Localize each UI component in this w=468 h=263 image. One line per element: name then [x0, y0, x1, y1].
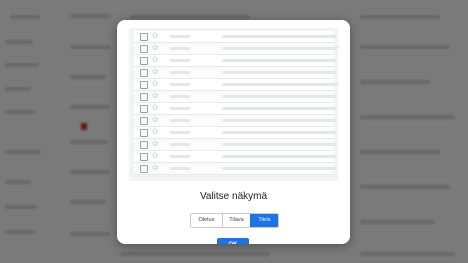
- subject-placeholder: [222, 59, 336, 62]
- preview-row: ☆: [134, 138, 336, 151]
- eye-icon: 👁: [337, 43, 338, 54]
- checkbox-icon: [140, 45, 148, 53]
- subject-placeholder: [222, 95, 336, 98]
- checkbox-icon: [140, 69, 148, 77]
- star-icon: ☆: [151, 150, 160, 160]
- eye-icon: 👁: [337, 79, 338, 90]
- star-icon: ☆: [151, 54, 160, 64]
- sender-placeholder: [170, 95, 190, 98]
- star-icon: ☆: [151, 42, 160, 52]
- preview-row: ☆: [134, 30, 336, 43]
- density-option-compact[interactable]: Tiivis: [250, 214, 278, 227]
- subject-placeholder: [222, 71, 336, 74]
- star-icon: ☆: [151, 66, 160, 76]
- subject-placeholder: [222, 119, 336, 122]
- density-option-default[interactable]: Oletus: [191, 214, 222, 227]
- checkbox-icon: [140, 141, 148, 149]
- checkbox-icon: [140, 81, 148, 89]
- star-icon: ☆: [151, 102, 160, 112]
- subject-placeholder: [222, 167, 336, 170]
- sender-placeholder: [170, 35, 190, 38]
- preview-row: ☆: [134, 90, 336, 103]
- checkbox-icon: [140, 93, 148, 101]
- preview-row: ☆: [134, 66, 336, 79]
- preview-row: ☆: [134, 150, 336, 163]
- star-icon: ☆: [151, 162, 160, 172]
- subject-placeholder: [222, 155, 336, 158]
- subject-placeholder: [222, 131, 336, 134]
- checkbox-icon: [140, 153, 148, 161]
- sender-placeholder: [170, 131, 190, 134]
- sender-placeholder: [170, 47, 190, 50]
- sender-placeholder: [170, 167, 190, 170]
- density-dialog: ☆☆👁☆☆☆👁☆☆☆☆☆☆☆ Valitse näkymä Oletus Til…: [117, 20, 350, 244]
- checkbox-icon: [140, 105, 148, 113]
- checkbox-icon: [140, 57, 148, 65]
- preview-row: ☆: [134, 54, 336, 67]
- density-option-comfortable[interactable]: Tilava: [222, 214, 250, 227]
- star-icon: ☆: [151, 30, 160, 40]
- star-icon: ☆: [151, 138, 160, 148]
- dialog-title: Valitse näkymä: [199, 191, 268, 202]
- preview-row: ☆: [134, 162, 336, 175]
- sender-placeholder: [170, 119, 190, 122]
- checkbox-icon: [140, 129, 148, 137]
- preview-row: ☆: [134, 114, 336, 127]
- checkbox-icon: [140, 117, 148, 125]
- density-selector: Oletus Tilava Tiivis: [190, 213, 279, 228]
- sender-placeholder: [170, 143, 190, 146]
- inbox-preview: ☆☆👁☆☆☆👁☆☆☆☆☆☆☆: [129, 28, 338, 181]
- checkbox-icon: [140, 33, 148, 41]
- preview-row: ☆: [134, 126, 336, 139]
- star-icon: ☆: [151, 126, 160, 136]
- sender-placeholder: [170, 59, 190, 62]
- subject-placeholder: [222, 143, 336, 146]
- subject-placeholder: [222, 83, 336, 86]
- sender-placeholder: [170, 83, 190, 86]
- sender-placeholder: [170, 107, 190, 110]
- star-icon: ☆: [151, 78, 160, 88]
- sender-placeholder: [170, 71, 190, 74]
- preview-rows: ☆☆👁☆☆☆👁☆☆☆☆☆☆☆: [134, 30, 338, 175]
- preview-row: ☆👁: [134, 78, 338, 91]
- subject-placeholder: [222, 35, 336, 38]
- star-icon: ☆: [151, 90, 160, 100]
- subject-placeholder: [222, 47, 336, 50]
- sender-placeholder: [170, 155, 190, 158]
- subject-placeholder: [222, 107, 336, 110]
- checkbox-icon: [140, 165, 148, 173]
- star-icon: ☆: [151, 114, 160, 124]
- ok-button[interactable]: OK: [217, 238, 249, 244]
- preview-row: ☆: [134, 102, 336, 115]
- preview-row: ☆👁: [134, 42, 338, 55]
